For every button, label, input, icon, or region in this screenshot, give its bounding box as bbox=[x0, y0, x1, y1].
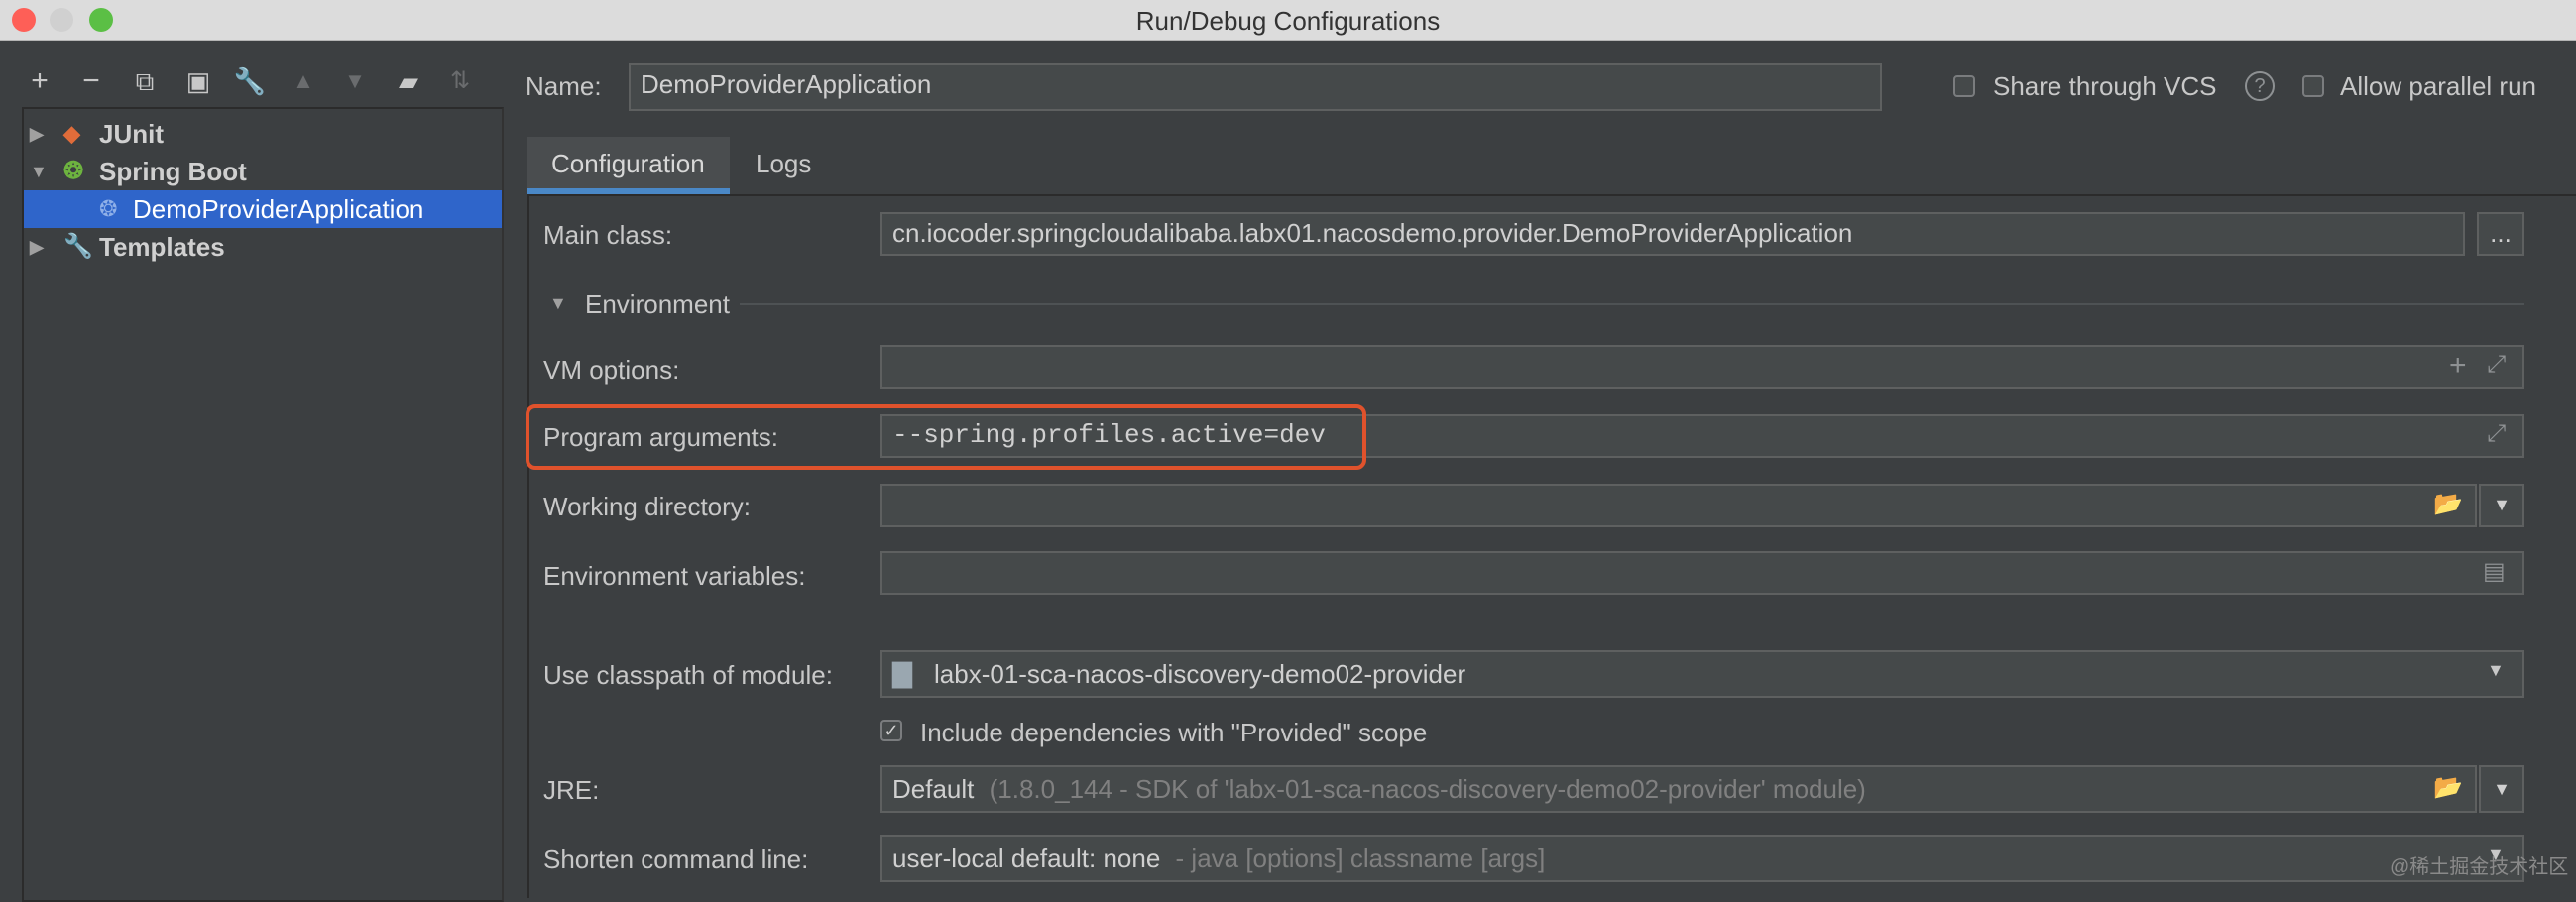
tab-logs[interactable]: Logs bbox=[756, 149, 811, 179]
spring-app-icon: ❂ bbox=[99, 196, 118, 221]
section-divider bbox=[740, 303, 2524, 305]
collapse-icon[interactable]: ▼ bbox=[30, 153, 48, 190]
expand-icon[interactable]: ▶ bbox=[30, 228, 44, 266]
add-icon[interactable]: + bbox=[20, 61, 59, 101]
expand-icon[interactable]: ▶ bbox=[30, 115, 44, 153]
folder-icon[interactable]: 📂 bbox=[2433, 773, 2463, 802]
wrench-icon[interactable]: 🔧 bbox=[230, 61, 270, 101]
include-dependencies-checkbox[interactable]: ✓ bbox=[880, 720, 902, 741]
shorten-value: user-local default: none bbox=[892, 844, 1161, 873]
tree-item-templates[interactable]: ▶ 🔧 Templates bbox=[24, 228, 502, 266]
tree-item-label: Templates bbox=[99, 232, 225, 262]
shorten-detail: - java [options] classname [args] bbox=[1175, 844, 1546, 873]
junit-icon: ◆ bbox=[63, 121, 80, 146]
tree-item-label: JUnit bbox=[99, 119, 164, 149]
arrow-up-icon[interactable]: ▲ bbox=[284, 61, 323, 101]
document-icon[interactable]: ▤ bbox=[2483, 557, 2506, 586]
share-vcs-label: Share through VCS bbox=[1993, 71, 2217, 101]
remove-icon[interactable]: − bbox=[71, 61, 111, 101]
chevron-down-icon[interactable]: ▼ bbox=[2487, 660, 2505, 681]
copy-icon[interactable]: ⧉ bbox=[125, 61, 165, 101]
jre-select[interactable]: Default (1.8.0_144 - SDK of 'labx-01-sca… bbox=[880, 765, 2477, 813]
jre-dropdown[interactable]: ▼ bbox=[2479, 765, 2524, 813]
environment-variables-input[interactable] bbox=[880, 551, 2524, 595]
include-dependencies-label: Include dependencies with "Provided" sco… bbox=[920, 718, 1428, 747]
share-vcs-checkbox[interactable] bbox=[1953, 75, 1975, 97]
save-icon[interactable]: ▣ bbox=[178, 61, 218, 101]
sort-icon[interactable]: ⇅ bbox=[440, 61, 480, 101]
expand-field-icon[interactable]: ⤢ bbox=[2487, 420, 2506, 448]
classpath-module-select[interactable]: labx-01-sca-nacos-discovery-demo02-provi… bbox=[880, 650, 2524, 698]
working-directory-label: Working directory: bbox=[543, 492, 752, 521]
wrench-icon: 🔧 bbox=[63, 233, 93, 260]
allow-parallel-checkbox[interactable] bbox=[2302, 75, 2324, 97]
expand-field-icon[interactable]: ⤢ bbox=[2487, 351, 2506, 379]
highlight-box bbox=[526, 404, 1366, 470]
jre-label: JRE: bbox=[543, 775, 600, 805]
tree-item-demo-provider-application[interactable]: ❂ DemoProviderApplication bbox=[24, 190, 502, 228]
allow-parallel-label: Allow parallel run bbox=[2340, 71, 2536, 101]
name-label: Name: bbox=[526, 71, 602, 101]
tree-item-junit[interactable]: ▶ ◆ JUnit bbox=[24, 115, 502, 153]
config-tree: ▶ ◆ JUnit ▼ ❂ Spring Boot ❂ DemoProvider… bbox=[22, 107, 504, 902]
browse-main-class-button[interactable]: ... bbox=[2477, 212, 2524, 256]
vm-options-label: VM options: bbox=[543, 355, 680, 385]
working-directory-input[interactable] bbox=[880, 484, 2477, 527]
shorten-command-line-select[interactable]: user-local default: none - java [options… bbox=[880, 835, 2524, 882]
jre-detail: (1.8.0_144 - SDK of 'labx-01-sca-nacos-d… bbox=[989, 774, 1866, 804]
environment-section-label[interactable]: Environment bbox=[585, 289, 730, 320]
title-bar: Run/Debug Configurations bbox=[0, 0, 2576, 41]
watermark: @稀土掘金技术社区 bbox=[2390, 856, 2569, 878]
vm-options-input[interactable] bbox=[880, 345, 2524, 389]
arrow-down-icon[interactable]: ▼ bbox=[335, 61, 375, 101]
add-icon[interactable]: + bbox=[2449, 349, 2467, 383]
tree-item-label: Spring Boot bbox=[99, 157, 247, 186]
collapse-icon[interactable]: ▼ bbox=[549, 293, 567, 314]
main-class-input[interactable]: cn.iocoder.springcloudalibaba.labx01.nac… bbox=[880, 212, 2465, 256]
working-directory-dropdown[interactable]: ▼ bbox=[2479, 484, 2524, 527]
tab-configuration-label: Configuration bbox=[551, 149, 705, 178]
shorten-command-line-label: Shorten command line: bbox=[543, 845, 809, 874]
jre-value: Default bbox=[892, 774, 975, 804]
main-class-label: Main class: bbox=[543, 220, 673, 250]
spring-boot-icon: ❂ bbox=[63, 158, 84, 184]
new-folder-icon[interactable]: ▰ bbox=[389, 61, 428, 101]
tab-bar bbox=[527, 137, 2576, 196]
tree-item-label: DemoProviderApplication bbox=[133, 194, 424, 224]
help-icon[interactable]: ? bbox=[2245, 71, 2275, 101]
tree-item-spring-boot[interactable]: ▼ ❂ Spring Boot bbox=[24, 153, 502, 190]
environment-variables-label: Environment variables: bbox=[543, 561, 806, 591]
module-folder-icon: ▇ bbox=[892, 658, 912, 688]
folder-icon[interactable]: 📂 bbox=[2433, 490, 2463, 518]
classpath-module-label: Use classpath of module: bbox=[543, 660, 833, 690]
window-title: Run/Debug Configurations bbox=[1135, 6, 1441, 36]
name-input[interactable]: DemoProviderApplication bbox=[629, 63, 1882, 111]
